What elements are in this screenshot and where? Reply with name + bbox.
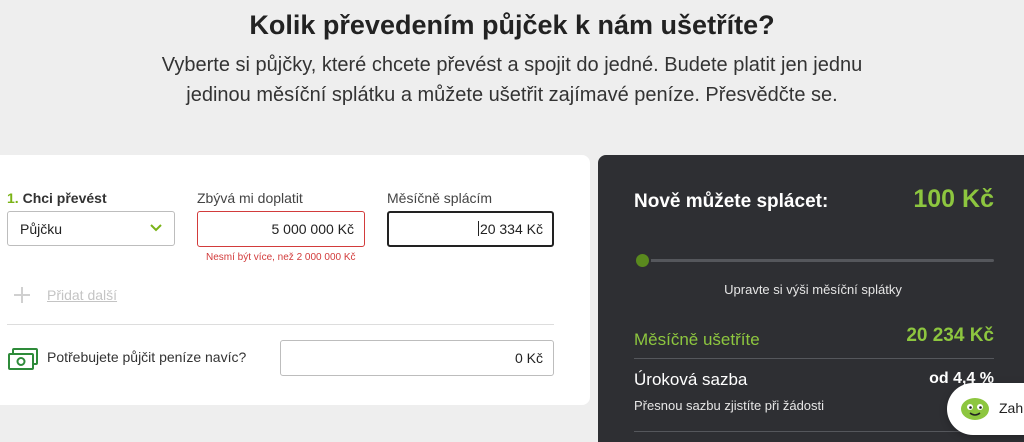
remaining-error-message: Nesmí být více, než 2 000 000 Kč (206, 252, 356, 263)
summary-divider (634, 358, 994, 359)
subtitle-line-1: Vyberte si půjčky, které chcete převést … (161, 54, 863, 76)
page-title: Kolik převedením půjček k nám ušetříte? (249, 10, 775, 40)
chevron-down-icon (150, 224, 162, 232)
interest-rate-note: Přesnou sazbu zjistíte při žádosti (634, 398, 825, 413)
chat-label: Zah (999, 400, 1024, 416)
monthly-label: Měsíčně splácím (387, 190, 493, 206)
payment-slider-handle[interactable] (634, 252, 651, 269)
remaining-amount-value: 5 000 000 Kč (271, 221, 354, 237)
remaining-label: Zbývá mi doplatit (197, 190, 303, 206)
loan-form-card: 1. Chci převést Půjčku Zbývá mi doplatit… (0, 155, 590, 405)
summary-divider-bottom (634, 431, 994, 432)
add-loan-label: Přidat další (47, 287, 118, 303)
loan-type-select[interactable]: Půjčku (7, 211, 175, 246)
monthly-savings-value: 20 234 Kč (906, 325, 994, 346)
text-caret (477, 221, 479, 236)
extra-money-input[interactable]: 0 Kč (280, 340, 554, 376)
transfer-label-text: Chci převést (22, 190, 107, 206)
remaining-amount-input[interactable]: 5 000 000 Kč (197, 211, 365, 247)
new-payment-amount: 100 Kč (913, 185, 994, 213)
extra-money-label: Potřebujete půjčit peníze navíc? (47, 349, 247, 365)
chat-button[interactable]: Zah (947, 383, 1024, 435)
monthly-savings-label: Měsíčně ušetříte (634, 330, 760, 349)
step-number: 1. (7, 190, 19, 206)
subtitle-line-2: jedinou měsíční splátku a můžete ušetřit… (186, 84, 838, 106)
monthly-payment-value: 20 334 Kč (479, 221, 543, 237)
money-icon (8, 348, 38, 370)
transfer-label: 1. Chci převést (7, 190, 107, 206)
payment-slider-track[interactable] (643, 259, 994, 262)
slider-hint: Upravte si výši měsíční splátky (724, 282, 902, 297)
form-divider (7, 324, 554, 325)
chat-mascot-icon (961, 398, 989, 420)
monthly-payment-input[interactable]: 20 334 Kč (387, 211, 554, 247)
plus-icon (14, 287, 30, 303)
loan-type-value: Půjčku (20, 221, 63, 237)
new-payment-title: Nově můžete splácet: (634, 191, 829, 212)
page-subtitle: Vyberte si půjčky, které chcete převést … (112, 50, 912, 110)
extra-money-value: 0 Kč (514, 350, 543, 366)
interest-rate-label: Úroková sazba (634, 370, 748, 389)
